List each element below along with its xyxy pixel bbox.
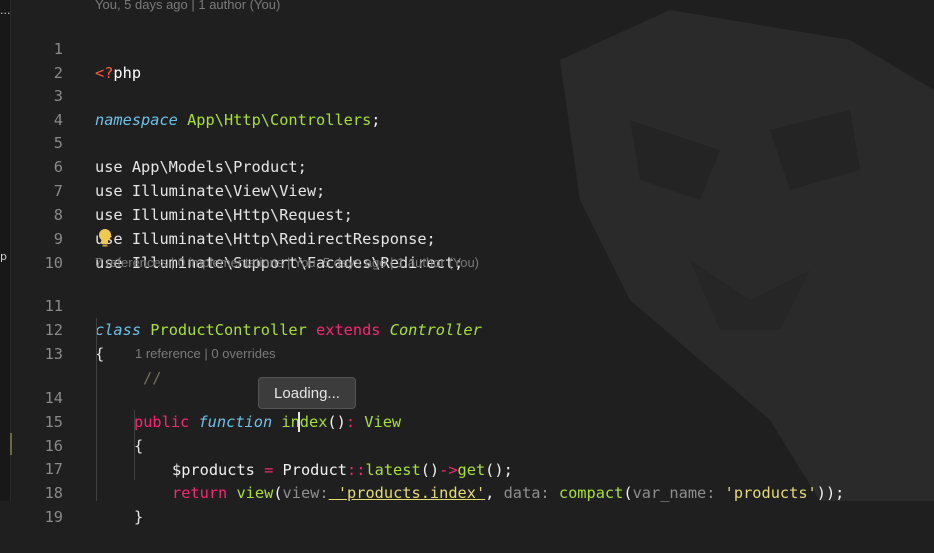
code-line-9[interactable]: 9 use Illuminate\Support\Facades\Redirec… (10, 203, 934, 272)
code-line-18[interactable]: 18 } (10, 457, 934, 526)
codelens-method[interactable]: 1 reference | 0 overrides (135, 345, 276, 363)
code-line-1[interactable]: 1 <?php (10, 13, 934, 82)
code-line-8[interactable]: 8 use Illuminate\Http\RedirectResponse; (10, 179, 934, 248)
code-line-6[interactable]: 6 use Illuminate\View\View; (10, 131, 934, 200)
code-line-19[interactable]: 19 (10, 481, 934, 526)
code-line-10[interactable]: 10 (10, 227, 934, 272)
code-line-7[interactable]: 7 use Illuminate\Http\Request; (10, 155, 934, 224)
code-line-16[interactable]: 16 $products = Product::latest()->get(); (10, 410, 934, 479)
code-line-5[interactable]: 5 use App\Models\Product; (10, 107, 934, 176)
code-line-13[interactable]: 13 // (10, 318, 934, 387)
edge-glyph-top: ... (0, 4, 11, 17)
code-line-11[interactable]: 11 class ProductController extends Contr… (10, 270, 934, 339)
edge-glyph-mid: p (0, 250, 7, 263)
lightbulb-icon[interactable] (96, 228, 114, 248)
line-number: 19 (44, 508, 63, 526)
code-line-14[interactable]: 14 public function index(): View (10, 362, 934, 431)
indent-guide (134, 410, 135, 480)
code-line-4[interactable]: 4 (10, 84, 934, 129)
code-line-12[interactable]: 12 { (10, 294, 934, 363)
code-line-3[interactable]: 3 namespace App\Http\Controllers; (10, 60, 934, 129)
code-line-17[interactable]: 17 return view(view: 'products.index', d… (10, 433, 934, 502)
code-editor[interactable]: You, 5 days ago | 1 author (You) 1 <?php… (10, 0, 934, 526)
code-line-15[interactable]: 15 { (10, 386, 934, 455)
code-line-2[interactable]: 2 (10, 37, 934, 82)
text-cursor (298, 412, 300, 432)
blame-header[interactable]: You, 5 days ago | 1 author (You) (95, 0, 280, 14)
indent-guide (96, 318, 97, 501)
hover-tooltip: Loading... (258, 377, 356, 409)
